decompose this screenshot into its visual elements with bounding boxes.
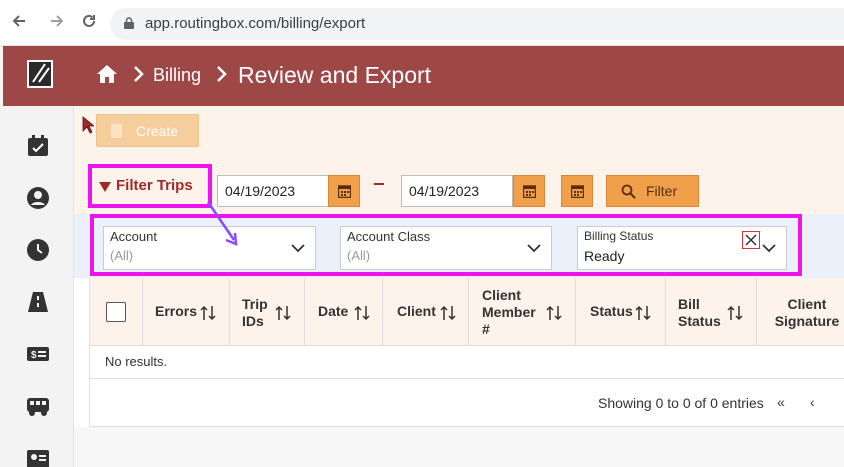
logo-icon (27, 60, 53, 88)
road-icon[interactable] (26, 290, 50, 314)
page: app.routingbox.com/billing/export $ Bill… (0, 0, 844, 467)
calendar-picker-button[interactable] (561, 175, 593, 207)
pager-prev-button[interactable]: ‹ (810, 394, 815, 410)
mouse-cursor-icon (82, 116, 94, 134)
url-text: app.routingbox.com/billing/export (145, 15, 366, 32)
chevron-right-icon (217, 66, 227, 82)
sort-icon (440, 305, 456, 321)
billing-status-select-value: Ready (584, 248, 625, 264)
content-footer (74, 427, 844, 467)
column-client-signature[interactable]: Client Signature (757, 278, 844, 346)
filter-bar: Filter Trips 04/19/2023 04/19/2023 Filte… (74, 156, 844, 214)
create-button[interactable]: Create (96, 114, 199, 147)
home-icon[interactable] (96, 64, 118, 84)
row-divider (90, 378, 844, 379)
van-icon[interactable] (26, 394, 50, 418)
breadcrumb-billing[interactable]: Billing (153, 65, 201, 86)
app-logo[interactable] (3, 46, 74, 106)
arrow-left-icon[interactable] (8, 12, 30, 34)
search-icon (621, 184, 636, 199)
sort-icon (200, 305, 216, 321)
pager-first-button[interactable]: « (777, 394, 785, 410)
calendar-icon (523, 185, 536, 198)
column-header-label: Errors (155, 303, 198, 319)
page-title: Review and Export (238, 62, 432, 88)
column-header-label: Client Member # (482, 287, 536, 337)
column-header-label: Status (590, 303, 633, 319)
account-class-select-value: (All) (347, 248, 371, 263)
chevron-down-icon (291, 244, 305, 253)
account-class-select-label: Account Class (347, 229, 431, 244)
clear-selection-icon[interactable] (742, 231, 760, 249)
browser-toolbar: app.routingbox.com/billing/export (0, 0, 844, 46)
select-all-column (90, 278, 143, 346)
calendar-icon (571, 185, 584, 198)
account-select-value: (All) (110, 248, 134, 263)
account-class-select[interactable]: Account Class (All) (340, 226, 552, 270)
filter-selects: Account (All) Account Class (All) Billin… (74, 214, 844, 278)
column-client-member[interactable]: Client Member # (469, 278, 576, 346)
end-date-value: 04/19/2023 (409, 183, 480, 199)
arrow-right-icon[interactable] (46, 12, 68, 34)
page-header: Billing Review and Export (74, 46, 844, 106)
column-bill-status[interactable]: Bill Status (666, 278, 757, 346)
filter-button[interactable]: Filter (606, 175, 699, 207)
sort-icon (635, 305, 651, 321)
address-bar[interactable]: app.routingbox.com/billing/export (110, 8, 844, 40)
create-button-label: Create (136, 123, 179, 139)
reload-icon[interactable] (78, 12, 100, 34)
id-card-icon[interactable] (26, 446, 50, 467)
app-sidebar: $ (0, 46, 74, 467)
calendar-check-icon[interactable] (26, 134, 50, 158)
calendar-icon (338, 185, 351, 198)
column-header-label: Trip IDs (242, 296, 268, 329)
annotation-arrow-icon (206, 201, 238, 246)
sort-icon (354, 305, 370, 321)
end-date-calendar-button[interactable] (513, 175, 545, 207)
column-status[interactable]: Status (576, 278, 666, 346)
svg-text:$: $ (31, 350, 37, 361)
column-header-label: Date (318, 303, 349, 319)
select-all-checkbox[interactable] (106, 302, 126, 322)
lock-icon (124, 17, 134, 29)
column-date[interactable]: Date (305, 278, 383, 346)
filter-trips-label: Filter Trips (116, 177, 193, 194)
column-header-label: Bill Status (678, 296, 721, 329)
billing-status-select-label: Billing Status (584, 229, 654, 243)
column-header-label: Client Signature (774, 296, 840, 329)
date-range-separator (374, 183, 384, 185)
filter-trips-toggle[interactable]: Filter Trips (88, 164, 212, 208)
account-select-label: Account (110, 229, 157, 244)
trips-table: Errors Trip IDs Date Client Client Membe… (89, 278, 844, 426)
clock-icon[interactable] (26, 238, 50, 262)
action-toolbar: Create (74, 106, 844, 156)
column-errors[interactable]: Errors (143, 278, 230, 346)
table-header: Errors Trip IDs Date Client Client Membe… (90, 278, 844, 346)
chevron-right-icon (134, 66, 144, 82)
file-download-icon (111, 124, 122, 138)
start-date-calendar-button[interactable] (328, 175, 360, 207)
filter-icon (99, 182, 111, 192)
column-header-label: Client (397, 303, 436, 319)
pagination-info: Showing 0 to 0 of 0 entries (598, 395, 764, 411)
sort-icon (727, 305, 743, 321)
end-date-input[interactable]: 04/19/2023 (401, 175, 513, 207)
sort-icon (275, 305, 291, 321)
column-client[interactable]: Client (383, 278, 469, 346)
billing-status-select[interactable]: Billing Status Ready (577, 226, 787, 270)
column-trip-ids[interactable]: Trip IDs (230, 278, 305, 346)
empty-table-message: No results. (105, 354, 168, 369)
user-circle-icon[interactable] (26, 186, 50, 210)
sort-icon (546, 305, 562, 321)
chevron-down-icon (762, 244, 776, 253)
money-bill-icon[interactable]: $ (26, 342, 50, 366)
chevron-down-icon (527, 244, 541, 253)
start-date-value: 04/19/2023 (225, 183, 296, 199)
filter-button-label: Filter (646, 183, 678, 199)
